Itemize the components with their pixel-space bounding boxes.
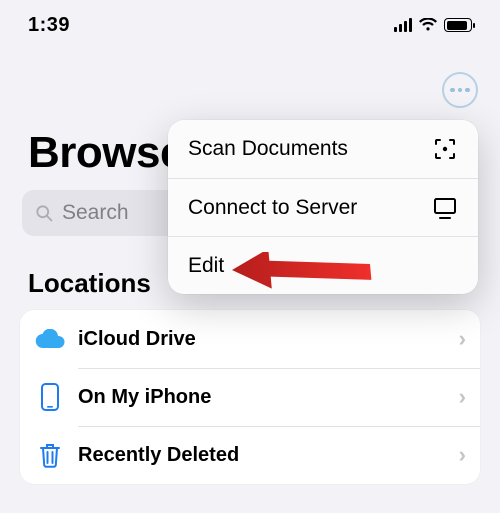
list-item-on-my-iphone[interactable]: On My iPhone › — [20, 368, 480, 426]
chevron-right-icon: › — [459, 384, 466, 410]
list-item-label: iCloud Drive — [78, 328, 459, 351]
locations-list: iCloud Drive › On My iPhone › Recently D… — [20, 310, 480, 484]
menu-item-label: Scan Documents — [188, 137, 348, 161]
list-item-label: Recently Deleted — [78, 444, 459, 467]
files-app-browse-screen: 1:39 Browse Search Locations — [0, 0, 500, 513]
menu-item-label: Connect to Server — [188, 196, 357, 220]
list-item-label: On My iPhone — [78, 386, 459, 409]
status-time: 1:39 — [28, 14, 70, 37]
iphone-icon — [34, 381, 66, 413]
blank-icon — [432, 253, 458, 279]
more-options-menu: Scan Documents Connect to Server Edit — [168, 120, 478, 294]
menu-item-scan-documents[interactable]: Scan Documents — [168, 120, 478, 178]
status-indicators — [394, 18, 472, 32]
wifi-icon — [418, 18, 438, 32]
search-icon — [34, 203, 54, 223]
display-icon — [432, 195, 458, 221]
cellular-icon — [394, 18, 412, 32]
more-options-button[interactable] — [442, 72, 478, 108]
menu-item-connect-to-server[interactable]: Connect to Server — [168, 178, 478, 236]
menu-item-edit[interactable]: Edit — [168, 236, 478, 294]
cloud-icon — [34, 323, 66, 355]
status-bar: 1:39 — [0, 0, 500, 40]
search-placeholder: Search — [62, 201, 129, 225]
chevron-right-icon: › — [459, 326, 466, 352]
chevron-right-icon: › — [459, 442, 466, 468]
page-title: Browse — [28, 128, 184, 178]
battery-icon — [444, 18, 472, 32]
menu-item-label: Edit — [188, 254, 224, 278]
trash-icon — [34, 439, 66, 471]
scan-icon — [432, 136, 458, 162]
section-locations-label[interactable]: Locations — [28, 268, 151, 299]
list-item-icloud-drive[interactable]: iCloud Drive › — [20, 310, 480, 368]
ellipsis-icon — [450, 88, 470, 93]
list-item-recently-deleted[interactable]: Recently Deleted › — [20, 426, 480, 484]
